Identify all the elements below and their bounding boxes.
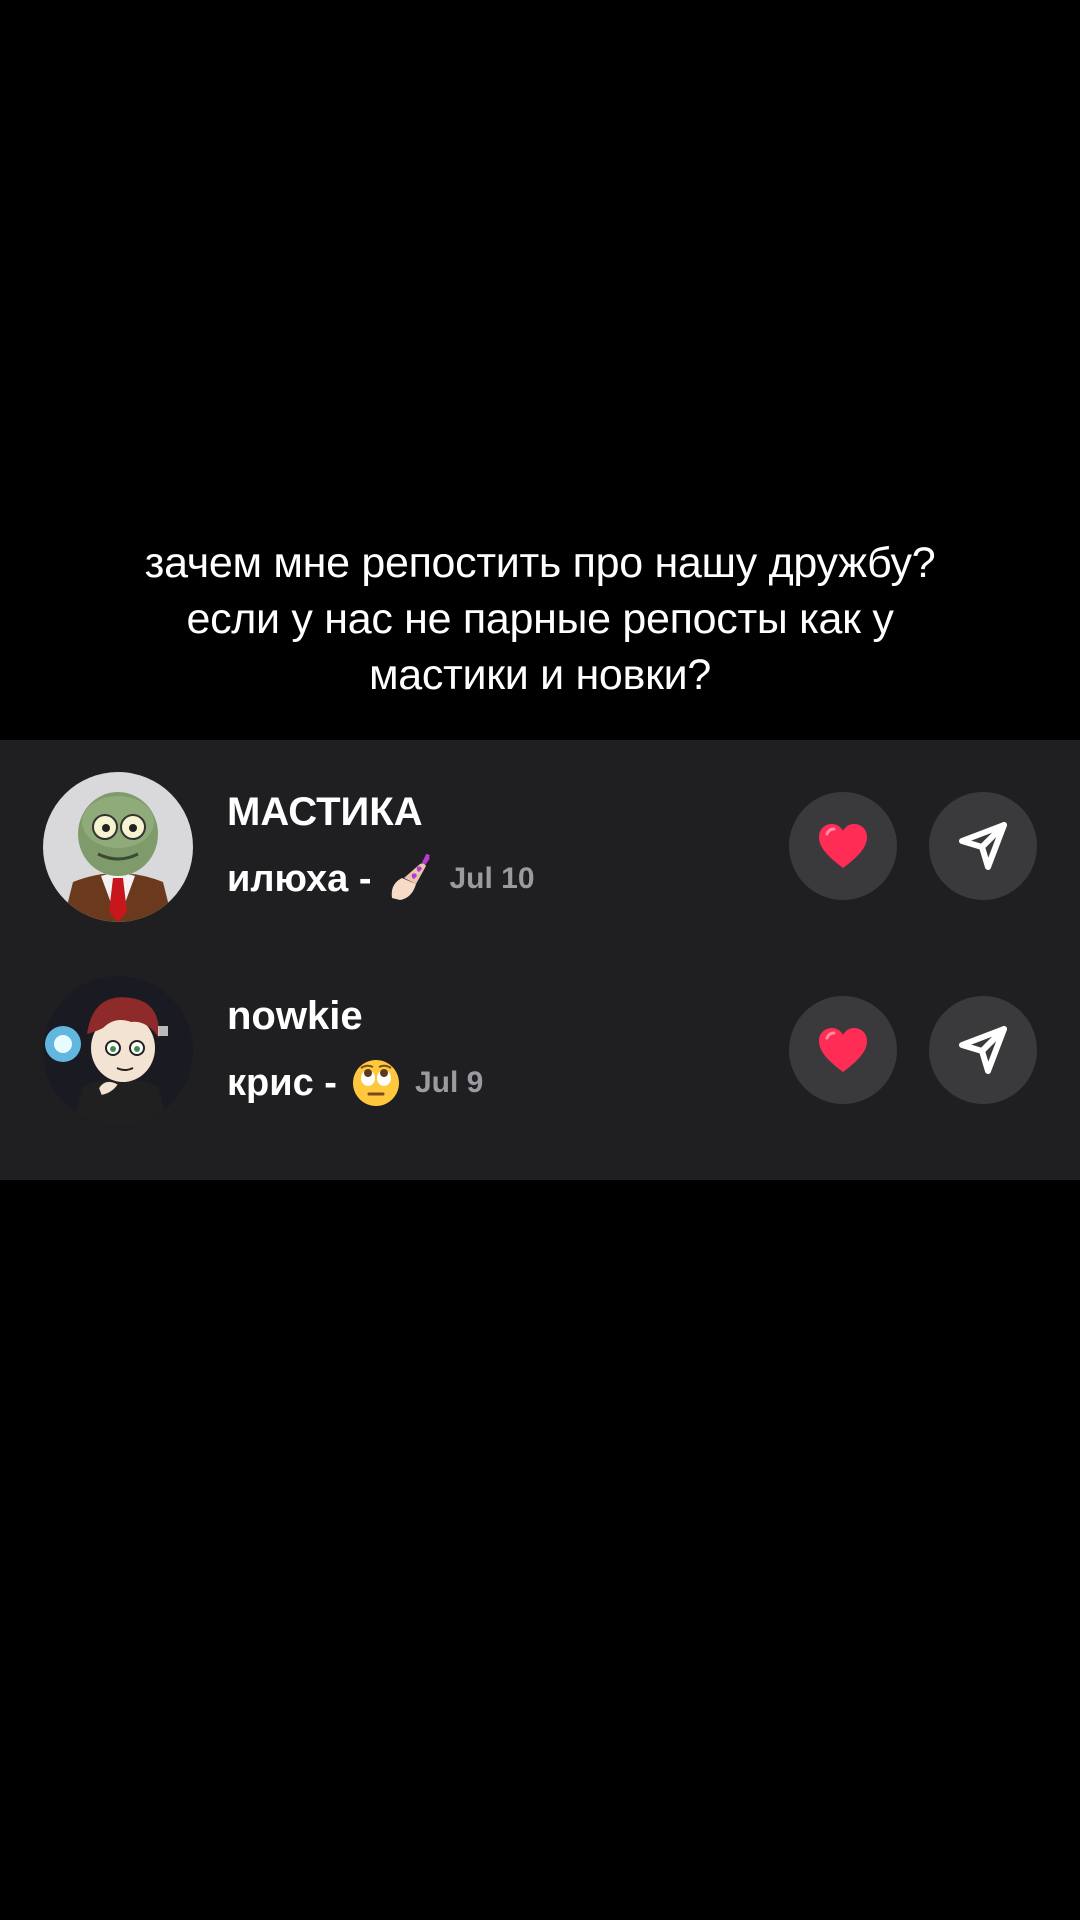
share-button[interactable] — [929, 792, 1037, 900]
story-screen: зачем мне репостить про нашу дружбу? есл… — [0, 0, 1080, 1920]
repost-row-nowkie[interactable]: nowkie крис - Jul 9 — [0, 976, 1080, 1126]
story-caption: зачем мне репостить про нашу дружбу? есл… — [40, 535, 1040, 703]
repost-subtext: илюха - — [227, 857, 372, 900]
repost-subtext: крис - — [227, 1061, 337, 1104]
repost-list-panel: МАСТИКА илюха - Jul 10 nowkie крис - Jul… — [0, 740, 1080, 1180]
repost-caption: крис - Jul 9 — [227, 1058, 483, 1108]
avatar[interactable] — [43, 976, 193, 1126]
repost-row-mastika[interactable]: МАСТИКА илюха - Jul 10 — [0, 772, 1080, 922]
send-icon — [959, 1026, 1007, 1074]
rolling-eyes-emoji-icon — [351, 1058, 401, 1108]
heart-icon — [819, 1028, 867, 1072]
caption-line-2: если у нас не парные репосты как у — [186, 595, 894, 643]
caption-line-3: мастики и новки? — [369, 651, 711, 699]
like-button[interactable] — [789, 996, 897, 1104]
repost-caption: илюха - Jul 10 — [227, 854, 535, 904]
like-button[interactable] — [789, 792, 897, 900]
cartoon-boy-avatar-image — [43, 976, 193, 1126]
zombie-avatar-image — [43, 772, 193, 922]
repost-date: Jul 10 — [449, 862, 535, 895]
avatar[interactable] — [43, 772, 193, 922]
heart-icon — [819, 824, 867, 868]
repost-date: Jul 9 — [414, 1066, 484, 1099]
send-icon — [959, 822, 1007, 870]
caption-line-1: зачем мне репостить про нашу дружбу? — [144, 539, 936, 587]
share-button[interactable] — [929, 996, 1037, 1104]
user-name[interactable]: nowkie — [227, 994, 363, 1039]
nail-polish-emoji-icon — [386, 854, 436, 904]
user-name[interactable]: МАСТИКА — [227, 790, 423, 835]
